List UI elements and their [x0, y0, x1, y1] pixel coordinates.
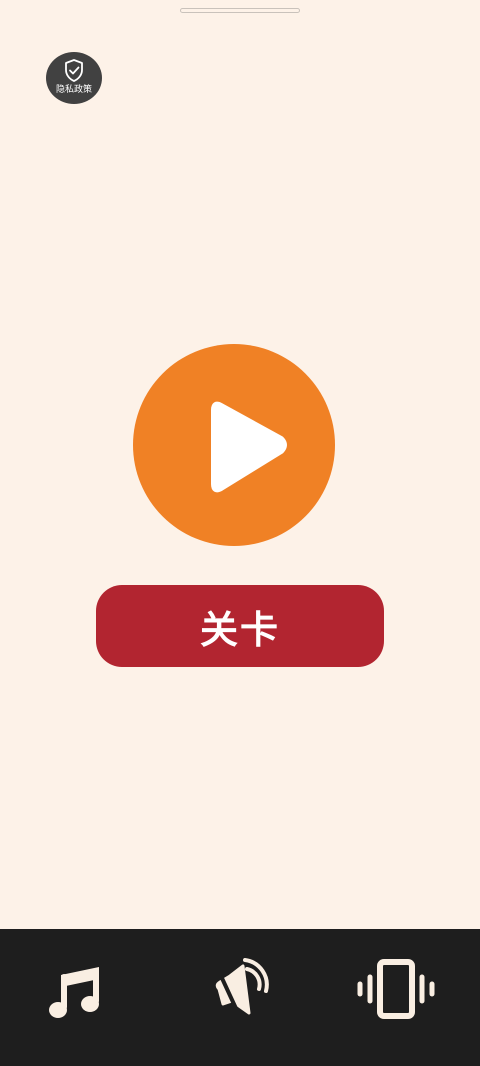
privacy-policy-button[interactable]: 隐私政策 — [46, 52, 102, 104]
music-toggle-button[interactable] — [34, 949, 114, 1029]
bottom-toolbar — [0, 929, 480, 1066]
play-icon — [211, 401, 287, 493]
level-select-label: 关卡 — [199, 607, 280, 652]
top-drag-handle — [180, 8, 300, 13]
sound-toggle-button[interactable] — [199, 949, 279, 1029]
shield-check-icon — [62, 58, 86, 84]
play-button[interactable] — [133, 344, 335, 546]
level-select-button[interactable]: 关卡 — [96, 585, 384, 667]
privacy-policy-label: 隐私政策 — [55, 85, 92, 95]
vibrate-toggle-button[interactable] — [356, 949, 436, 1029]
sound-off-icon — [213, 958, 269, 1017]
vibrate-icon — [357, 959, 435, 1019]
music-note-icon — [49, 967, 99, 1018]
